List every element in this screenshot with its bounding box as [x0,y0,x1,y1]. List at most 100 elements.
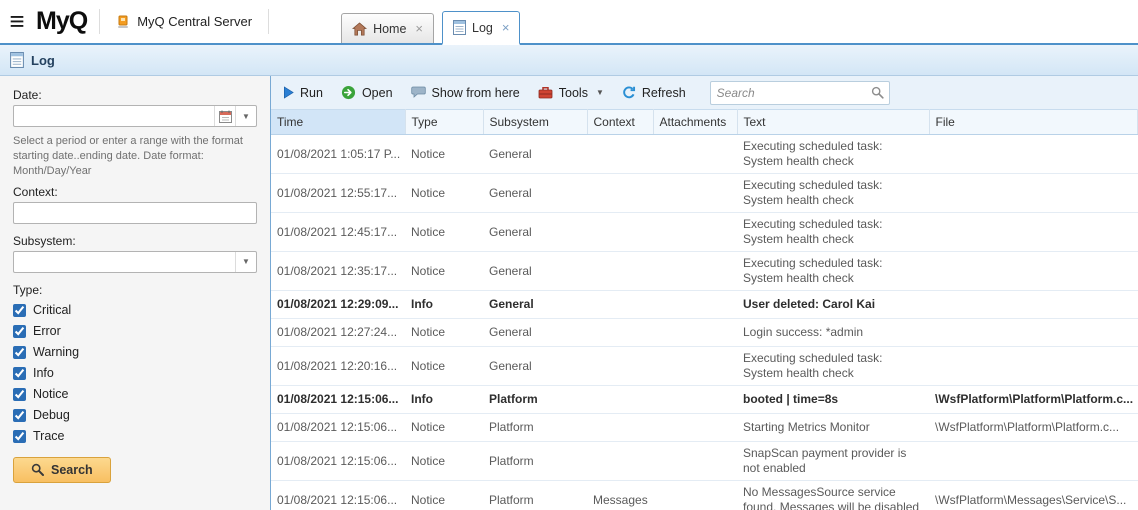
type-option-label: Debug [33,408,70,422]
tab-strip: Home × Log × [341,0,520,43]
table-row[interactable]: 01/08/2021 12:15:06...NoticePlatformSnap… [271,442,1138,481]
table-row[interactable]: 01/08/2021 12:55:17...NoticeGeneralExecu… [271,174,1138,213]
column-header-time[interactable]: Time [271,110,405,135]
cell-type: Notice [405,252,483,291]
type-checkbox-warning[interactable] [13,346,26,359]
cell-attachments [653,213,737,252]
close-icon[interactable]: × [502,21,510,34]
type-option-debug[interactable]: Debug [13,405,257,426]
open-button[interactable]: Open [341,85,393,100]
search-icon[interactable] [867,86,889,99]
type-checkbox-notice[interactable] [13,388,26,401]
type-label: Type: [13,283,257,297]
date-input[interactable] [14,109,214,123]
cell-attachments [653,386,737,414]
type-checkbox-trace[interactable] [13,430,26,443]
subsystem-label: Subsystem: [13,234,257,248]
table-row[interactable]: 01/08/2021 12:15:06...NoticePlatformStar… [271,414,1138,442]
tab-log-label: Log [472,21,493,35]
cell-context [587,213,653,252]
column-header-type[interactable]: Type [405,110,483,135]
table-header-row: Time Type Subsystem Context Attachments … [271,110,1138,135]
tab-home[interactable]: Home × [341,13,434,43]
cell-type: Info [405,291,483,319]
home-icon [352,22,367,36]
type-option-label: Trace [33,429,65,443]
refresh-button[interactable]: Refresh [622,86,686,100]
cell-time: 01/08/2021 12:15:06... [271,386,405,414]
cell-text: booted | time=8s [737,386,929,414]
chevron-down-icon[interactable]: ▼ [235,252,256,272]
type-option-error[interactable]: Error [13,321,257,342]
cell-subsystem: General [483,252,587,291]
tools-button[interactable]: Tools ▼ [538,86,604,100]
column-header-attachments[interactable]: Attachments [653,110,737,135]
cell-time: 01/08/2021 12:15:06... [271,442,405,481]
subsystem-input[interactable] [14,255,235,269]
cell-time: 01/08/2021 12:20:16... [271,347,405,386]
close-icon[interactable]: × [415,22,423,35]
cell-context [587,386,653,414]
log-table: Time Type Subsystem Context Attachments … [271,109,1138,510]
tab-home-label: Home [373,22,406,36]
cell-file: \WsfPlatform\Platform\Platform.c... [929,414,1138,442]
table-row[interactable]: 01/08/2021 12:45:17...NoticeGeneralExecu… [271,213,1138,252]
cell-context [587,442,653,481]
show-from-here-label: Show from here [432,86,520,100]
cell-type: Info [405,386,483,414]
cell-time: 01/08/2021 12:29:09... [271,291,405,319]
column-header-text[interactable]: Text [737,110,929,135]
chevron-down-icon[interactable]: ▼ [235,106,256,126]
page-title: Log [31,53,55,68]
log-icon [453,20,466,35]
cell-file [929,213,1138,252]
type-option-trace[interactable]: Trace [13,426,257,447]
cell-type: Notice [405,442,483,481]
type-checkbox-info[interactable] [13,367,26,380]
cell-subsystem: Platform [483,481,587,510]
cell-attachments [653,319,737,347]
table-row[interactable]: 01/08/2021 1:05:17 P...NoticeGeneralExec… [271,135,1138,174]
table-row[interactable]: 01/08/2021 12:29:09...InfoGeneralUser de… [271,291,1138,319]
type-option-critical[interactable]: Critical [13,300,257,321]
date-field: ▼ [13,105,257,127]
search-button[interactable]: Search [13,457,111,483]
type-checkbox-debug[interactable] [13,409,26,422]
cell-file [929,319,1138,347]
cell-time: 01/08/2021 12:15:06... [271,481,405,510]
column-header-subsystem[interactable]: Subsystem [483,110,587,135]
cell-context [587,319,653,347]
show-from-here-button[interactable]: Show from here [411,86,520,100]
type-option-info[interactable]: Info [13,363,257,384]
filter-sidebar: Date: ▼ Select a period or enter a range… [0,76,270,510]
table-row[interactable]: 01/08/2021 12:15:06...InfoPlatformbooted… [271,386,1138,414]
table-row[interactable]: 01/08/2021 12:27:24...NoticeGeneralLogin… [271,319,1138,347]
context-input[interactable] [14,206,256,220]
cell-type: Notice [405,414,483,442]
cell-attachments [653,135,737,174]
table-row[interactable]: 01/08/2021 12:15:06...NoticePlatformMess… [271,481,1138,510]
type-option-warning[interactable]: Warning [13,342,257,363]
table-row[interactable]: 01/08/2021 12:20:16...NoticeGeneralExecu… [271,347,1138,386]
tab-log[interactable]: Log × [442,11,520,45]
column-header-context[interactable]: Context [587,110,653,135]
type-checkbox-error[interactable] [13,325,26,338]
log-icon [10,52,24,68]
cell-subsystem: General [483,213,587,252]
cell-text: Executing scheduled task: System health … [737,174,929,213]
run-icon [283,86,294,99]
cell-text: Starting Metrics Monitor [737,414,929,442]
table-search-input[interactable] [711,86,867,100]
cell-file [929,442,1138,481]
hamburger-menu-icon[interactable]: ≡ [0,0,34,43]
run-button[interactable]: Run [283,86,323,100]
cell-type: Notice [405,481,483,510]
cell-context [587,347,653,386]
calendar-icon[interactable] [214,106,235,126]
type-option-label: Critical [33,303,71,317]
table-row[interactable]: 01/08/2021 12:35:17...NoticeGeneralExecu… [271,252,1138,291]
type-option-notice[interactable]: Notice [13,384,257,405]
column-header-file[interactable]: File [929,110,1138,135]
page-header: Log [0,45,1138,76]
type-checkbox-critical[interactable] [13,304,26,317]
